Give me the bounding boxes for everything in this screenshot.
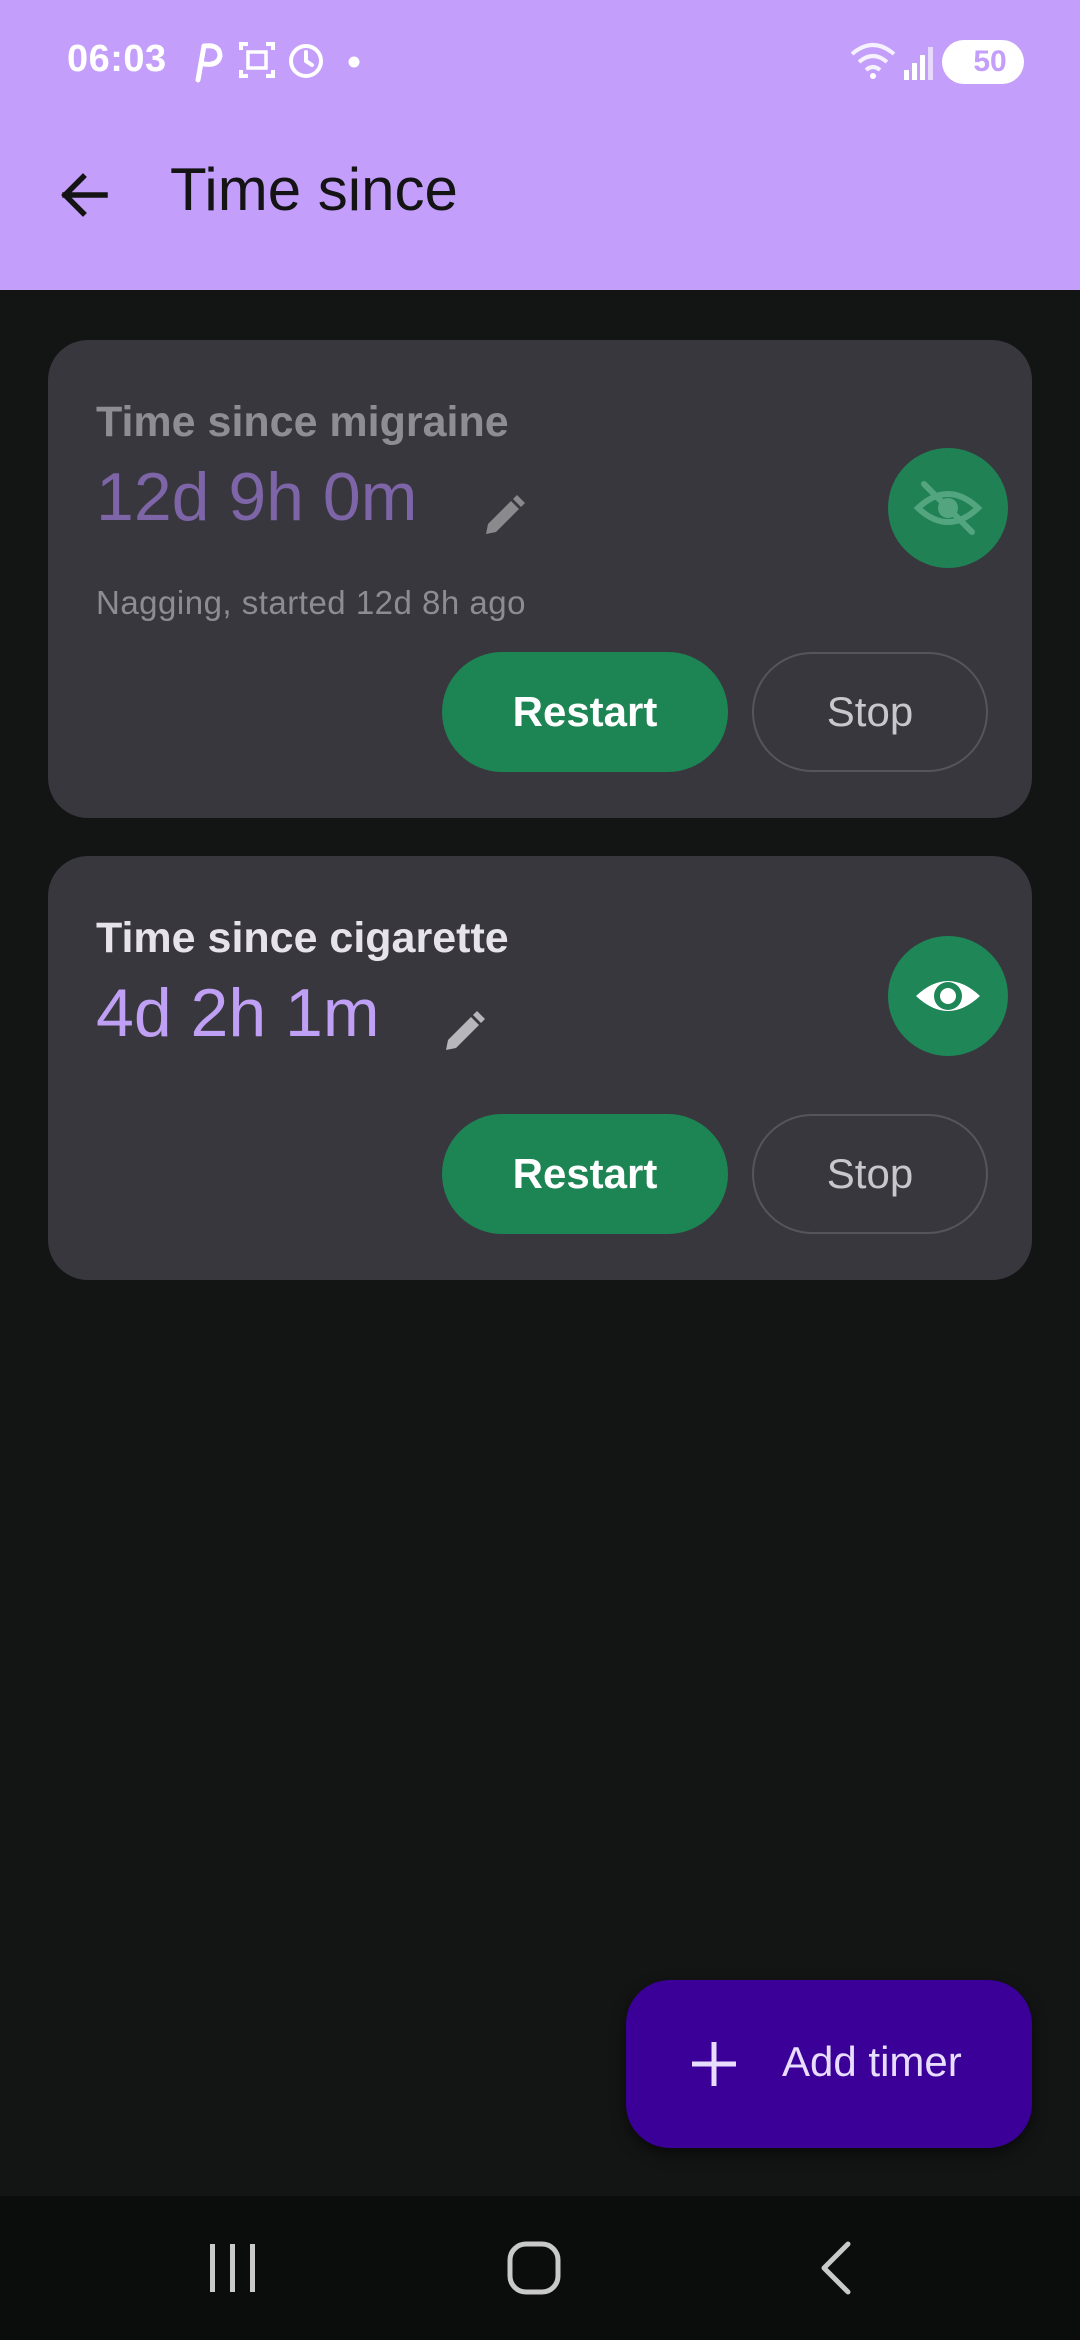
dot-icon <box>348 56 360 68</box>
battery-icon: 50 <box>942 40 1024 84</box>
timer-card: Time since migraine 12d 9h 0m Nagging, s… <box>48 340 1032 818</box>
restart-button[interactable]: Restart <box>442 1114 728 1234</box>
system-nav-bar <box>0 2196 1080 2340</box>
visibility-toggle-button[interactable] <box>888 448 1008 568</box>
timer-subtitle: Nagging, started 12d 8h ago <box>96 584 526 621</box>
battery-level: 50 <box>973 45 1007 78</box>
timer-card: Time since cigarette 4d 2h 1m Restart St… <box>48 856 1032 1280</box>
plus-icon <box>692 2042 736 2086</box>
wifi-icon <box>850 43 896 79</box>
home-icon <box>507 2241 561 2295</box>
back-button[interactable] <box>40 150 130 240</box>
status-bar: 06:03 50 <box>0 0 1080 128</box>
home-button[interactable] <box>474 2228 594 2308</box>
add-timer-button[interactable]: Add timer <box>626 1980 1032 2148</box>
timer-title: Time since cigarette <box>96 914 509 962</box>
restart-button[interactable]: Restart <box>442 652 728 772</box>
eye-icon <box>916 981 980 1011</box>
add-timer-label: Add timer <box>782 2038 962 2085</box>
status-time: 06:03 <box>67 38 167 80</box>
timer-elapsed: 4d 2h 1m <box>96 975 380 1051</box>
recents-icon <box>210 2244 255 2292</box>
visibility-toggle-button[interactable] <box>888 936 1008 1056</box>
arrow-back-icon <box>61 173 108 217</box>
app-bar: 06:03 50 Time since <box>0 0 1080 290</box>
signal-icon <box>904 47 933 80</box>
timer-title: Time since migraine <box>96 398 509 446</box>
stop-button[interactable]: Stop <box>752 1114 988 1234</box>
alarm-icon <box>289 44 323 78</box>
page-title: Time since <box>170 156 458 223</box>
eye-off-icon <box>913 481 983 535</box>
stop-button[interactable]: Stop <box>752 652 988 772</box>
edit-pencil-icon[interactable] <box>438 1008 488 1058</box>
recents-button[interactable] <box>172 2228 292 2308</box>
timer-elapsed: 12d 9h 0m <box>96 459 418 535</box>
system-back-button[interactable] <box>778 2228 898 2308</box>
edit-pencil-icon[interactable] <box>478 492 528 542</box>
p-app-icon <box>195 43 223 83</box>
back-icon <box>821 2241 851 2295</box>
screenshot-icon <box>239 42 275 78</box>
